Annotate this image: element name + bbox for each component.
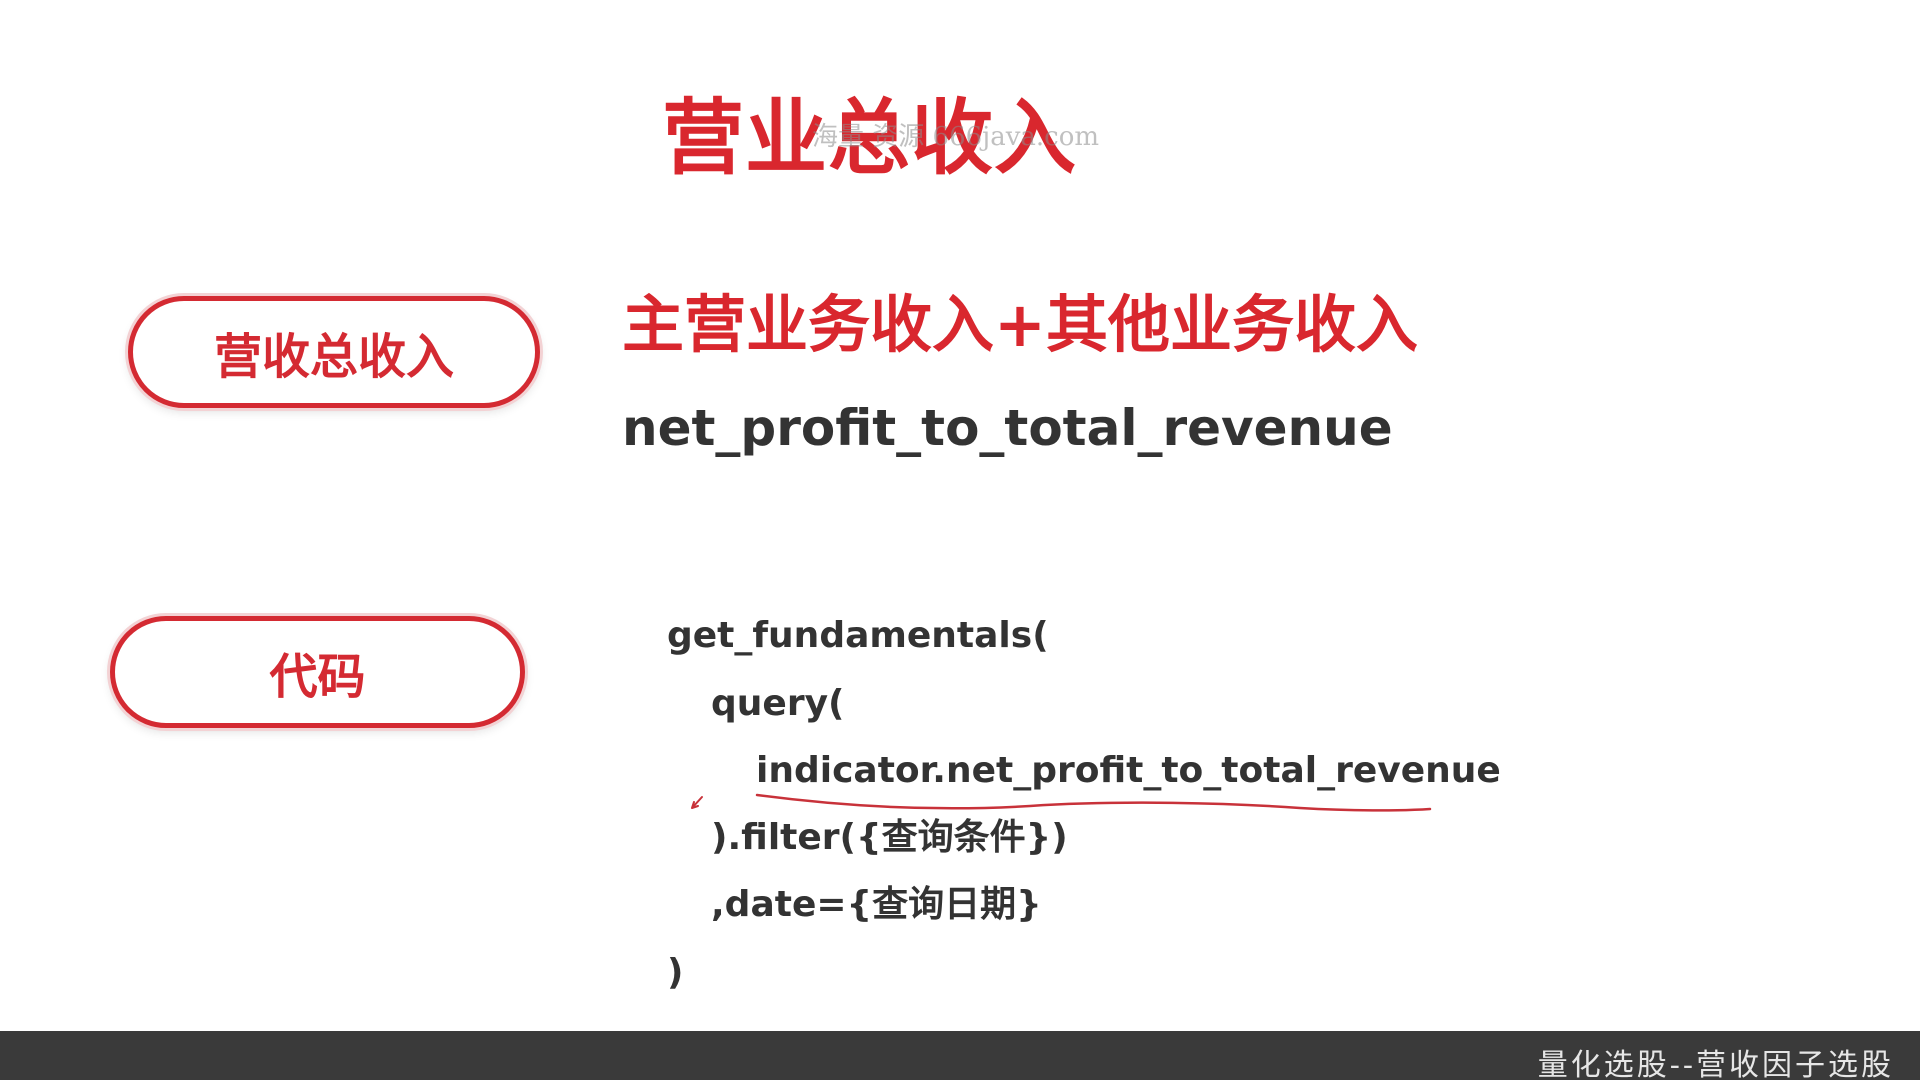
field-name: net_profit_to_total_revenue: [622, 399, 1393, 457]
code-line: query(: [711, 683, 845, 724]
footer-caption: 量化选股--营收因子选股: [1537, 1048, 1894, 1080]
footer-bar: 量化选股--营收因子选股: [0, 1031, 1920, 1080]
slide: 营业总收入 海量 资源 666java.com 营收总收入 主营业务收入+其他业…: [0, 0, 1920, 1080]
code-line: ,date={查询日期}: [711, 884, 1042, 925]
code-label-text: 代码: [269, 649, 366, 705]
pen-cursor-icon: [691, 796, 703, 809]
revenue-label-text: 营收总收入: [213, 329, 454, 385]
code-line: ): [667, 952, 684, 993]
watermark: 海量 资源 666java.com: [812, 122, 1100, 152]
code-line-highlighted: indicator.net_profit_to_total_revenue: [756, 750, 1501, 791]
revenue-formula: 主营业务收入+其他业务收入: [622, 288, 1418, 361]
revenue-label-pill: 营收总收入: [128, 296, 540, 408]
code-line: get_fundamentals(: [667, 615, 1049, 656]
code-label-pill: 代码: [110, 616, 525, 728]
underline-stroke: [755, 793, 1432, 812]
code-line: ).filter({查询条件}): [711, 817, 1068, 858]
